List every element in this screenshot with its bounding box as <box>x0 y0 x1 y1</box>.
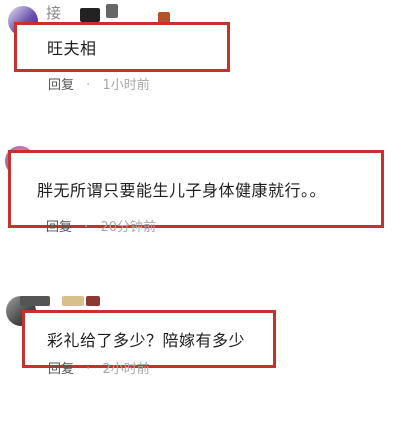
username[interactable]: 接 <box>46 2 61 23</box>
reply-button[interactable]: 回复 <box>48 362 74 377</box>
username-redacted <box>106 4 118 18</box>
username-redacted <box>62 296 84 306</box>
reply-button[interactable]: 回复 <box>46 220 72 235</box>
comment-text: 彩礼给了多少？陪嫁有多少 <box>47 331 246 350</box>
comment-time: 1小时前 <box>102 78 150 93</box>
comment-time: 20分钟前 <box>100 220 156 235</box>
comment-text: 胖无所谓只要能生儿子身体健康就行。。 <box>37 181 327 200</box>
comment-item: 彩礼给了多少？陪嫁有多少 回复 · 2小时前 <box>0 290 415 400</box>
comment-item: 接 旺夫相 回复 · 1小时前 <box>0 0 415 100</box>
comment-meta: 回复 · 1小时前 <box>48 74 150 93</box>
comment-time: 2小时前 <box>102 362 150 377</box>
separator-dot: · <box>86 78 91 93</box>
username-redacted <box>80 8 100 22</box>
username-redacted <box>20 296 50 306</box>
reply-button[interactable]: 回复 <box>48 78 74 93</box>
username-redacted <box>86 296 100 306</box>
separator-dot: · <box>84 220 89 235</box>
comment-text: 旺夫相 <box>47 39 97 58</box>
separator-dot: · <box>86 362 91 377</box>
highlighted-comment-box: 旺夫相 <box>14 22 230 72</box>
comment-meta: 回复 · 2小时前 <box>48 358 150 377</box>
comment-meta: 回复 · 20分钟前 <box>46 216 156 235</box>
comment-item: 胖无所谓只要能生儿子身体健康就行。。 回复 · 20分钟前 <box>0 140 415 240</box>
